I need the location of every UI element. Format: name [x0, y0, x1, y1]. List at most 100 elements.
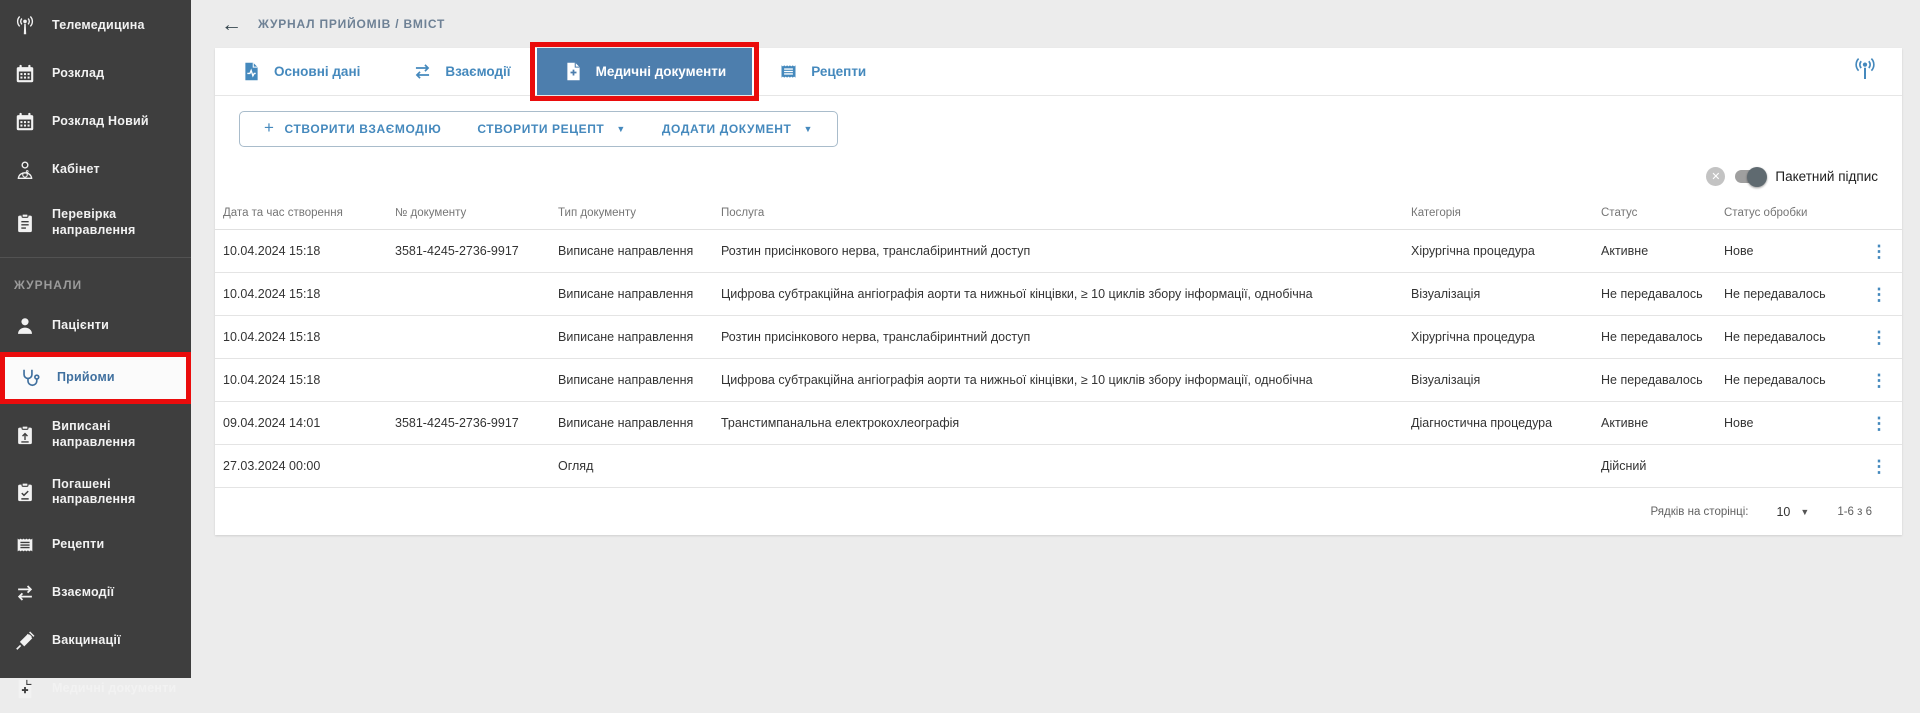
table-cell: Хірургічна процедура — [1411, 330, 1601, 344]
table-cell: Нове — [1724, 244, 1864, 258]
doc-plus-icon — [563, 61, 584, 82]
stethoscope-icon — [19, 367, 41, 389]
batch-sign-toggle[interactable] — [1735, 170, 1765, 183]
chevron-down-icon: ▼ — [616, 124, 626, 134]
swap-arrows-icon — [412, 61, 433, 82]
table-cell: Не передавалось — [1724, 373, 1864, 387]
tab-label: Взаємодії — [445, 64, 510, 79]
sidebar-item-label: Вакцинації — [52, 633, 121, 649]
table-cell: Виписане направлення — [558, 416, 721, 430]
column-header: Послуга — [721, 207, 1411, 219]
rows-per-page-select[interactable]: 10 ▼ — [1776, 505, 1809, 519]
sidebar-item-issued-referrals[interactable]: Виписані направлення — [0, 406, 191, 463]
plus-icon: + — [264, 118, 275, 138]
table-row[interactable]: 10.04.2024 15:183581-4245-2736-9917Випис… — [215, 230, 1902, 273]
column-header: № документу — [395, 207, 558, 219]
table-cell: 10.04.2024 15:18 — [223, 287, 395, 301]
back-arrow-icon[interactable]: ← — [221, 14, 242, 35]
tab-label: Основні дані — [274, 64, 360, 79]
kebab-menu-icon[interactable]: ⋮ — [1864, 329, 1894, 346]
sidebar-section-journals: ЖУРНАЛИ — [0, 260, 191, 302]
table-row[interactable]: 10.04.2024 15:18Виписане направленняЦифр… — [215, 273, 1902, 316]
sidebar-item-label: Кабінет — [52, 162, 100, 178]
clipboard-check-icon — [14, 481, 36, 503]
table-cell: Огляд — [558, 459, 721, 473]
antenna-icon — [14, 15, 36, 37]
kebab-menu-icon[interactable]: ⋮ — [1864, 458, 1894, 475]
table-row[interactable]: 10.04.2024 15:18 Виписане направленняЦифр… — [215, 359, 1902, 402]
sidebar-item-appointments[interactable]: Прийоми — [5, 357, 186, 399]
tab-label: Медичні документи — [596, 64, 727, 79]
button-label: СТВОРИТИ РЕЦЕПТ — [477, 122, 604, 136]
tab-prescriptions[interactable]: Рецепти — [752, 48, 892, 95]
table-cell: Розтин присінкового нерва, транслабіринт… — [721, 330, 1411, 344]
table-footer: Рядків на сторінці: 10 ▼ 1-6 з 6 — [215, 488, 1902, 535]
sidebar-item-label: Медичні документи — [52, 681, 176, 697]
table-cell: 27.03.2024 00:00 — [223, 459, 395, 473]
sidebar-item-label: Перевірка направлення — [52, 207, 183, 238]
header-right — [1850, 48, 1902, 95]
chevron-down-icon: ▼ — [1800, 507, 1809, 517]
sidebar-item-cabinet[interactable]: Кабінет — [0, 146, 191, 194]
doc-plus-icon — [14, 678, 36, 700]
button-label: СТВОРИТИ ВЗАЄМОДІЮ — [285, 122, 442, 136]
tab-interactions[interactable]: Взаємодії — [386, 48, 536, 95]
table-cell: Не передавалось — [1601, 330, 1724, 344]
table-cell: Не передавалось — [1724, 287, 1864, 301]
tab-medical-documents[interactable]: Медичні документи — [537, 48, 753, 95]
toolbar-row: + СТВОРИТИ ВЗАЄМОДІЮ СТВОРИТИ РЕЦЕПТ ▼ ДОДАТ… — [215, 96, 1902, 161]
sidebar-item-interactions[interactable]: Взаємодії — [0, 569, 191, 617]
sidebar-item-label: Телемедицина — [52, 18, 145, 34]
sidebar-divider — [0, 257, 191, 258]
sidebar: Телемедицина РозкладРозклад Новий Кабінет П… — [0, 0, 191, 678]
sidebar-item-telemedicine[interactable]: Телемедицина — [0, 2, 191, 50]
table-cell: Виписане направлення — [558, 373, 721, 387]
table-cell: Хірургічна процедура — [1411, 244, 1601, 258]
sidebar-item-patients[interactable]: Пацієнти — [0, 302, 191, 350]
documents-table: Дата та час створення№ документуТип доку… — [215, 196, 1902, 488]
kebab-menu-icon[interactable]: ⋮ — [1864, 286, 1894, 303]
table-row[interactable]: 27.03.2024 00:00 Огляд Дійсний ⋮ — [215, 445, 1902, 488]
sidebar-item-vaccinations[interactable]: Вакцинації — [0, 617, 191, 665]
calendar-icon — [14, 63, 36, 85]
clear-icon[interactable]: ✕ — [1706, 167, 1725, 186]
sidebar-item-label: Рецепти — [52, 537, 104, 553]
table-row[interactable]: 09.04.2024 14:013581-4245-2736-9917Випис… — [215, 402, 1902, 445]
table-row[interactable]: 10.04.2024 15:18Виписане направленняРозт… — [215, 316, 1902, 359]
syringe-icon — [14, 630, 36, 652]
kebab-menu-icon[interactable]: ⋮ — [1864, 243, 1894, 260]
table-cell: Виписане направлення — [558, 330, 721, 344]
column-header: Дата та час створення — [223, 207, 395, 219]
pagination-range: 1-6 з 6 — [1837, 506, 1872, 518]
table-cell: Цифрова субтракційна ангіографія аорти т… — [721, 373, 1411, 387]
kebab-menu-icon[interactable]: ⋮ — [1864, 372, 1894, 389]
table-cell: Дійсний — [1601, 459, 1724, 473]
broadcast-icon — [1850, 54, 1880, 89]
table-cell: 3581-4245-2736-9917 — [395, 244, 558, 258]
create-prescription-button[interactable]: СТВОРИТИ РЕЦЕПТ ▼ — [459, 122, 644, 136]
kebab-menu-icon[interactable]: ⋮ — [1864, 415, 1894, 432]
sidebar-item-prescriptions[interactable]: Рецепти — [0, 521, 191, 569]
tab-main-data[interactable]: Основні дані — [215, 48, 386, 95]
table-cell: Не передавалось — [1601, 373, 1724, 387]
swap-arrows-icon — [14, 582, 36, 604]
clipboard-arrow-icon — [14, 424, 36, 446]
person-icon — [14, 315, 36, 337]
content-card: Основні дані Взаємодії Медичні документи Ре… — [215, 48, 1902, 535]
sidebar-item-redeemed-referrals[interactable]: Погашені направлення — [0, 464, 191, 521]
add-document-button[interactable]: ДОДАТИ ДОКУМЕНТ▼ — [644, 122, 831, 136]
sidebar-item-referral-check[interactable]: Перевірка направлення — [0, 194, 191, 251]
column-header: Статус обробки — [1724, 207, 1864, 219]
table-body: 10.04.2024 15:18 3581-4245-2736-9917 Випис… — [215, 230, 1902, 488]
sidebar-item-schedule-new[interactable]: Розклад Новий — [0, 98, 191, 146]
sidebar-item-schedule[interactable]: Розклад — [0, 50, 191, 98]
sidebar-item-medical-documents[interactable]: Медичні документи — [0, 665, 191, 713]
doc-pulse-icon — [241, 61, 262, 82]
button-label: ДОДАТИ ДОКУМЕНТ — [662, 122, 792, 136]
create-interaction-button[interactable]: + СТВОРИТИ ВЗАЄМОДІЮ — [246, 120, 459, 138]
batch-sign-row: ✕ Пакетний підпис — [215, 161, 1902, 196]
table-cell: Візуалізація — [1411, 287, 1601, 301]
annotation-box-sidebar: Прийоми — [0, 352, 191, 404]
toggle-knob — [1747, 167, 1767, 187]
table-cell: 10.04.2024 15:18 — [223, 373, 395, 387]
